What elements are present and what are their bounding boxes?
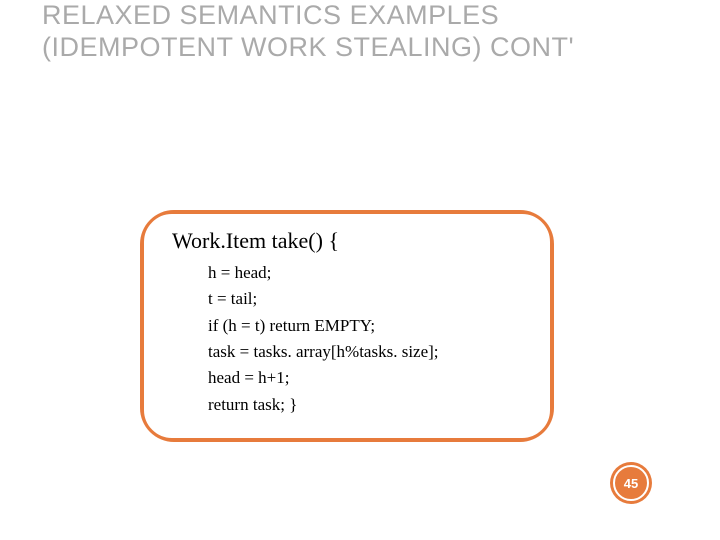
code-line: h = head; bbox=[208, 260, 522, 286]
page-number: 45 bbox=[613, 465, 649, 501]
slide-title: RELAXED SEMANTICS EXAMPLES (IDEMPOTENT W… bbox=[42, 0, 602, 64]
code-signature: Work.Item take() { bbox=[172, 228, 522, 254]
code-box: Work.Item take() { h = head; t = tail; i… bbox=[140, 210, 554, 442]
code-box-inner: Work.Item take() { h = head; t = tail; i… bbox=[142, 212, 552, 440]
code-line: head = h+1; bbox=[208, 365, 522, 391]
code-line: task = tasks. array[h%tasks. size]; bbox=[208, 339, 522, 365]
code-line: if (h = t) return EMPTY; bbox=[208, 313, 522, 339]
code-line: t = tail; bbox=[208, 286, 522, 312]
page-number-badge: 45 bbox=[610, 462, 652, 504]
code-line: return task; } bbox=[208, 392, 522, 418]
